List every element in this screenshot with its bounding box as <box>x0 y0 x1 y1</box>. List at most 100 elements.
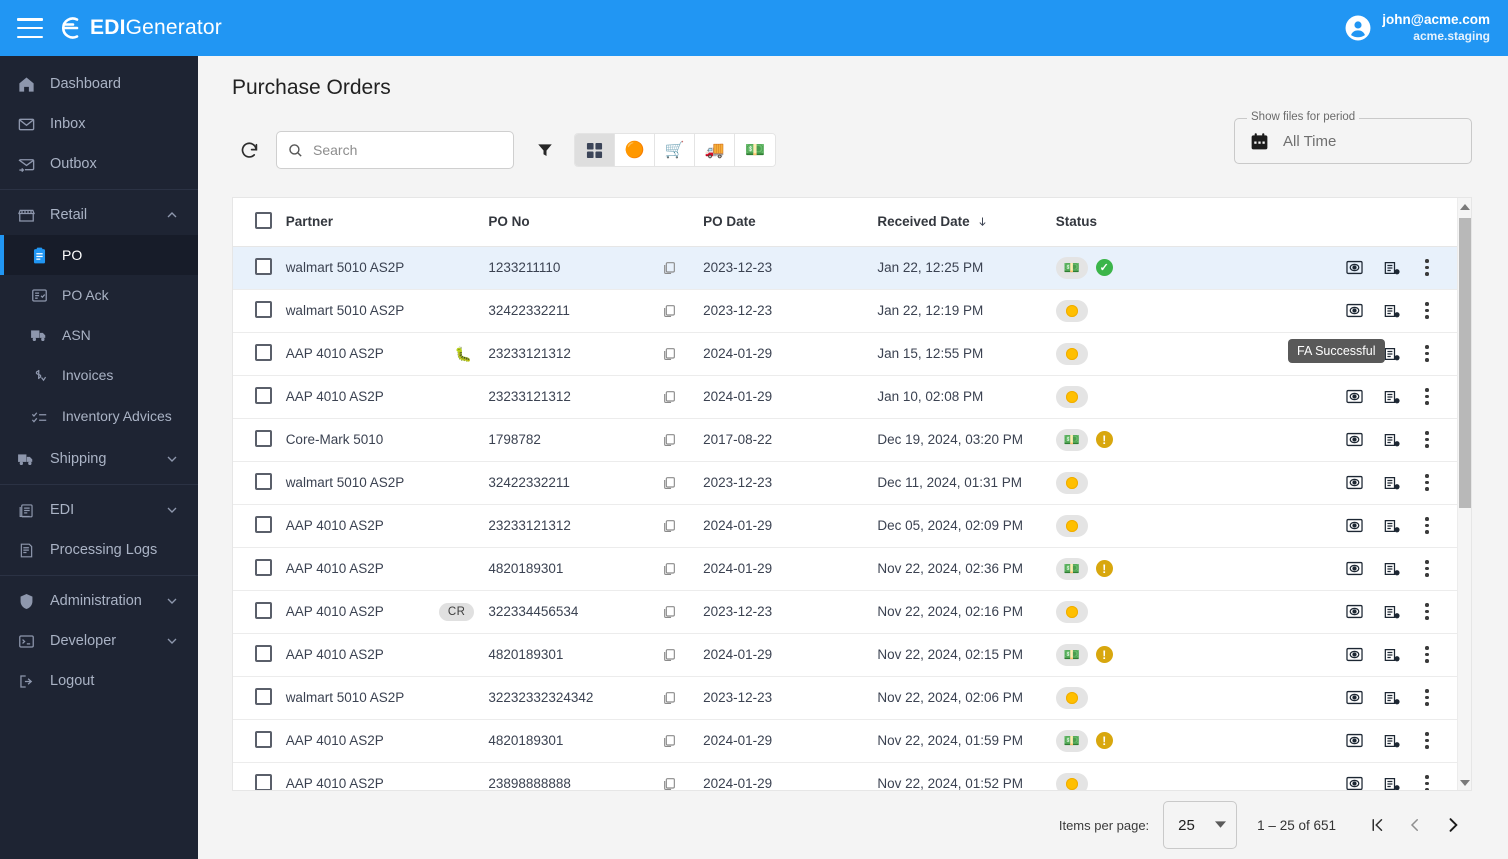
table-row[interactable]: walmart 5010 AS2P 32422332211 2023-12-23 Ja… <box>233 289 1457 333</box>
preview-icon[interactable] <box>1345 559 1364 578</box>
toggle-shipping-view[interactable]: 🚚 <box>695 134 735 166</box>
document-settings-icon[interactable] <box>1382 430 1401 449</box>
more-menu-icon[interactable] <box>1419 431 1435 448</box>
toggle-grid-view[interactable] <box>575 134 615 166</box>
row-checkbox[interactable] <box>255 558 272 576</box>
status-warning-badge[interactable]: ! <box>1095 560 1113 577</box>
preview-icon[interactable] <box>1345 774 1364 790</box>
sidebar-item-po[interactable]: PO <box>0 235 198 275</box>
sidebar-item-po-ack[interactable]: PO Ack <box>0 275 198 315</box>
preview-icon[interactable] <box>1345 387 1364 406</box>
document-settings-icon[interactable] <box>1382 602 1401 621</box>
preview-icon[interactable] <box>1345 602 1364 621</box>
more-menu-icon[interactable] <box>1419 732 1435 749</box>
sidebar-group-retail[interactable]: Retail <box>0 195 198 235</box>
preview-icon[interactable] <box>1345 645 1364 664</box>
sidebar-item-processing-logs[interactable]: Processing Logs <box>0 530 198 570</box>
sidebar-item-logout[interactable]: Logout <box>0 661 198 701</box>
copy-icon[interactable] <box>661 776 677 791</box>
row-checkbox[interactable] <box>255 300 272 318</box>
toggle-invoice-view[interactable]: 💵 <box>735 134 775 166</box>
row-checkbox[interactable] <box>255 644 272 662</box>
row-checkbox[interactable] <box>255 773 272 790</box>
search-input[interactable] <box>313 142 503 158</box>
row-checkbox[interactable] <box>255 257 272 275</box>
user-account-menu[interactable]: john@acme.com acme.staging <box>1345 0 1490 56</box>
copy-icon[interactable] <box>661 518 677 534</box>
more-menu-icon[interactable] <box>1419 517 1435 534</box>
sidebar-item-outbox[interactable]: Outbox <box>0 144 198 184</box>
hamburger-icon[interactable] <box>17 18 43 38</box>
sidebar-item-asn[interactable]: ASN <box>0 315 198 355</box>
more-menu-icon[interactable] <box>1419 302 1435 319</box>
items-per-page-select[interactable]: 25 <box>1163 801 1238 849</box>
sidebar-item-dashboard[interactable]: Dashboard <box>0 64 198 104</box>
table-row[interactable]: Core-Mark 5010 1798782 2017-08-22 Dec 19, 2… <box>233 418 1457 462</box>
copy-icon[interactable] <box>661 733 677 749</box>
copy-icon[interactable] <box>661 647 677 663</box>
preview-icon[interactable] <box>1345 516 1364 535</box>
status-pill[interactable]: 💵 <box>1055 643 1088 666</box>
document-settings-icon[interactable] <box>1382 516 1401 535</box>
row-checkbox[interactable] <box>255 730 272 748</box>
copy-icon[interactable] <box>661 604 677 620</box>
status-pill[interactable]: 💵 <box>1055 256 1088 279</box>
table-row[interactable]: AAP 4010 AS2P 4820189301 2024-01-29 Nov 22,… <box>233 719 1457 763</box>
document-settings-icon[interactable] <box>1382 645 1401 664</box>
row-checkbox[interactable] <box>255 687 272 705</box>
status-pill[interactable]: 💵 <box>1055 428 1088 451</box>
table-row[interactable]: AAP 4010 AS2P 🐛 23233121312 2024-01-29 Jan 1… <box>233 332 1457 376</box>
row-checkbox[interactable] <box>255 601 272 619</box>
document-settings-icon[interactable] <box>1382 559 1401 578</box>
table-row[interactable]: AAP 4010 AS2P 23898888888 2024-01-29 Nov 22… <box>233 762 1457 790</box>
status-warning-badge[interactable]: ! <box>1095 431 1113 448</box>
table-row[interactable]: walmart 5010 AS2P 32232332324342 2023-12-2… <box>233 676 1457 720</box>
sidebar-group-edi[interactable]: EDI <box>0 490 198 530</box>
status-pill[interactable] <box>1055 600 1088 623</box>
status-pill[interactable] <box>1055 385 1088 408</box>
row-checkbox[interactable] <box>255 515 272 533</box>
copy-icon[interactable] <box>661 389 677 405</box>
toggle-cart-view[interactable]: 🛒 <box>655 134 695 166</box>
more-menu-icon[interactable] <box>1419 689 1435 706</box>
preview-icon[interactable] <box>1345 301 1364 320</box>
column-header-partner[interactable]: Partner <box>285 198 489 247</box>
copy-icon[interactable] <box>661 475 677 491</box>
scrollbar-thumb[interactable] <box>1459 218 1471 508</box>
preview-icon[interactable] <box>1345 473 1364 492</box>
more-menu-icon[interactable] <box>1419 345 1435 362</box>
status-warning-badge[interactable]: ! <box>1095 646 1113 663</box>
status-success-badge[interactable]: ✓ <box>1095 259 1113 276</box>
more-menu-icon[interactable] <box>1419 775 1435 790</box>
first-page-button[interactable] <box>1358 806 1396 844</box>
copy-icon[interactable] <box>661 260 677 276</box>
copy-icon[interactable] <box>661 303 677 319</box>
document-settings-icon[interactable] <box>1382 731 1401 750</box>
search-field[interactable] <box>276 131 514 169</box>
refresh-button[interactable] <box>232 133 266 167</box>
preview-icon[interactable] <box>1345 731 1364 750</box>
document-settings-icon[interactable] <box>1382 301 1401 320</box>
period-filter-field[interactable]: Show files for period All Time <box>1234 111 1472 164</box>
copy-icon[interactable] <box>661 561 677 577</box>
more-menu-icon[interactable] <box>1419 560 1435 577</box>
status-warning-badge[interactable]: ! <box>1095 732 1113 749</box>
toggle-status-view[interactable]: 🟠 <box>615 134 655 166</box>
column-header-po-no[interactable]: PO No <box>488 198 704 247</box>
status-pill[interactable] <box>1055 772 1088 790</box>
document-settings-icon[interactable] <box>1382 387 1401 406</box>
table-row[interactable]: AAP 4010 AS2P CR 322334456534 2023-12-23 Nov… <box>233 590 1457 634</box>
row-checkbox[interactable] <box>255 429 272 447</box>
document-settings-icon[interactable] <box>1382 473 1401 492</box>
row-checkbox[interactable] <box>255 343 272 361</box>
status-pill[interactable]: 💵 <box>1055 557 1088 580</box>
filter-button[interactable] <box>528 133 562 167</box>
bug-icon[interactable]: 🐛 <box>455 347 472 361</box>
column-header-status[interactable]: Status <box>1055 198 1305 247</box>
brand-logo[interactable]: EDIGenerator <box>57 15 222 41</box>
status-pill[interactable] <box>1055 514 1088 537</box>
next-page-button[interactable] <box>1434 806 1472 844</box>
table-row[interactable]: walmart 5010 AS2P 1233211110 2023-12-23 Jan… <box>233 246 1457 290</box>
scroll-down-arrow-icon[interactable] <box>1458 776 1471 790</box>
table-row[interactable]: AAP 4010 AS2P 4820189301 2024-01-29 Nov 22,… <box>233 633 1457 677</box>
